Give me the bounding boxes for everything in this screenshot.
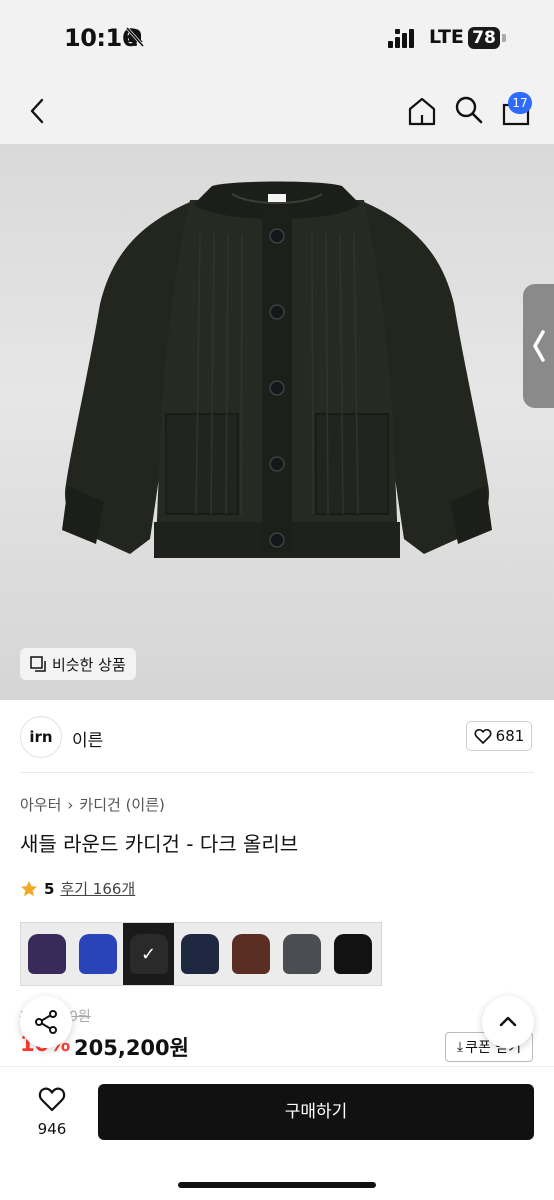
heart-icon xyxy=(474,728,492,744)
battery-indicator: 78 xyxy=(468,27,500,49)
cardigan-illustration xyxy=(62,181,492,558)
bell-muted-icon xyxy=(125,27,145,47)
similar-products-button[interactable]: 비슷한 상품 xyxy=(20,648,136,680)
home-indicator xyxy=(178,1182,376,1188)
cart-count-badge: 17 xyxy=(508,92,532,114)
heart-icon xyxy=(38,1087,66,1112)
swatch-thumbnail xyxy=(333,934,372,974)
rating-value: 5 xyxy=(44,879,55,898)
swatch-thumbnail xyxy=(231,934,270,974)
swatch-thumbnail xyxy=(78,934,117,974)
top-nav xyxy=(0,78,554,144)
back-arrow-icon[interactable] xyxy=(24,96,52,126)
brand-like-button[interactable]: 681 xyxy=(466,721,532,751)
star-icon xyxy=(20,880,38,896)
breadcrumb: 아우터 › 카디건 (이른) xyxy=(20,794,165,815)
color-swatch[interactable] xyxy=(174,923,225,985)
side-panel-tab[interactable] xyxy=(523,284,554,408)
chevron-left-icon xyxy=(533,330,545,362)
breadcrumb-item[interactable]: 카디건 (이른) xyxy=(79,794,164,815)
share-icon xyxy=(35,1010,57,1034)
review-count-link[interactable]: 후기 166개 xyxy=(60,878,135,899)
swatch-thumbnail xyxy=(282,934,321,974)
network-type: LTE xyxy=(429,26,464,48)
divider xyxy=(20,772,534,773)
wish-button[interactable]: 946 xyxy=(26,1086,78,1138)
sale-price: 205,200원 xyxy=(74,1036,189,1060)
wish-count: 946 xyxy=(37,1120,67,1138)
product-image[interactable] xyxy=(0,144,554,700)
color-swatch[interactable] xyxy=(327,923,378,985)
brand-name[interactable]: 이른 xyxy=(72,726,103,751)
product-title: 새들 라운드 카디건 - 다크 올리브 xyxy=(20,832,299,856)
battery-tip xyxy=(502,34,506,42)
search-icon[interactable] xyxy=(454,95,484,125)
buy-button[interactable]: 구매하기 xyxy=(98,1084,534,1140)
brand-logo[interactable]: irn xyxy=(20,716,62,758)
rating-row: 5 후기 166개 xyxy=(20,878,135,899)
color-swatch-list: ✓ xyxy=(20,922,382,986)
similar-icon xyxy=(30,656,46,672)
color-swatch[interactable] xyxy=(225,923,276,985)
color-swatch[interactable] xyxy=(276,923,327,985)
chevron-up-icon xyxy=(499,1016,517,1027)
checkmark-icon: ✓ xyxy=(140,943,157,965)
scroll-top-button[interactable] xyxy=(482,996,534,1048)
color-swatch[interactable] xyxy=(72,923,123,985)
share-button[interactable] xyxy=(20,996,72,1048)
home-icon[interactable] xyxy=(406,95,438,127)
color-swatch[interactable]: ✓ xyxy=(123,923,174,985)
breadcrumb-item[interactable]: 아우터 xyxy=(20,794,61,815)
chevron-right-icon: › xyxy=(67,795,74,814)
signal-icon xyxy=(388,29,414,48)
status-bar: 10:16 LTE 78 xyxy=(0,0,554,78)
color-swatch[interactable] xyxy=(21,923,72,985)
swatch-thumbnail xyxy=(27,934,66,974)
swatch-thumbnail xyxy=(180,934,219,974)
brand-like-count: 681 xyxy=(495,727,525,745)
download-icon: ⤓ xyxy=(456,1039,464,1055)
similar-products-label: 비슷한 상품 xyxy=(52,655,126,674)
